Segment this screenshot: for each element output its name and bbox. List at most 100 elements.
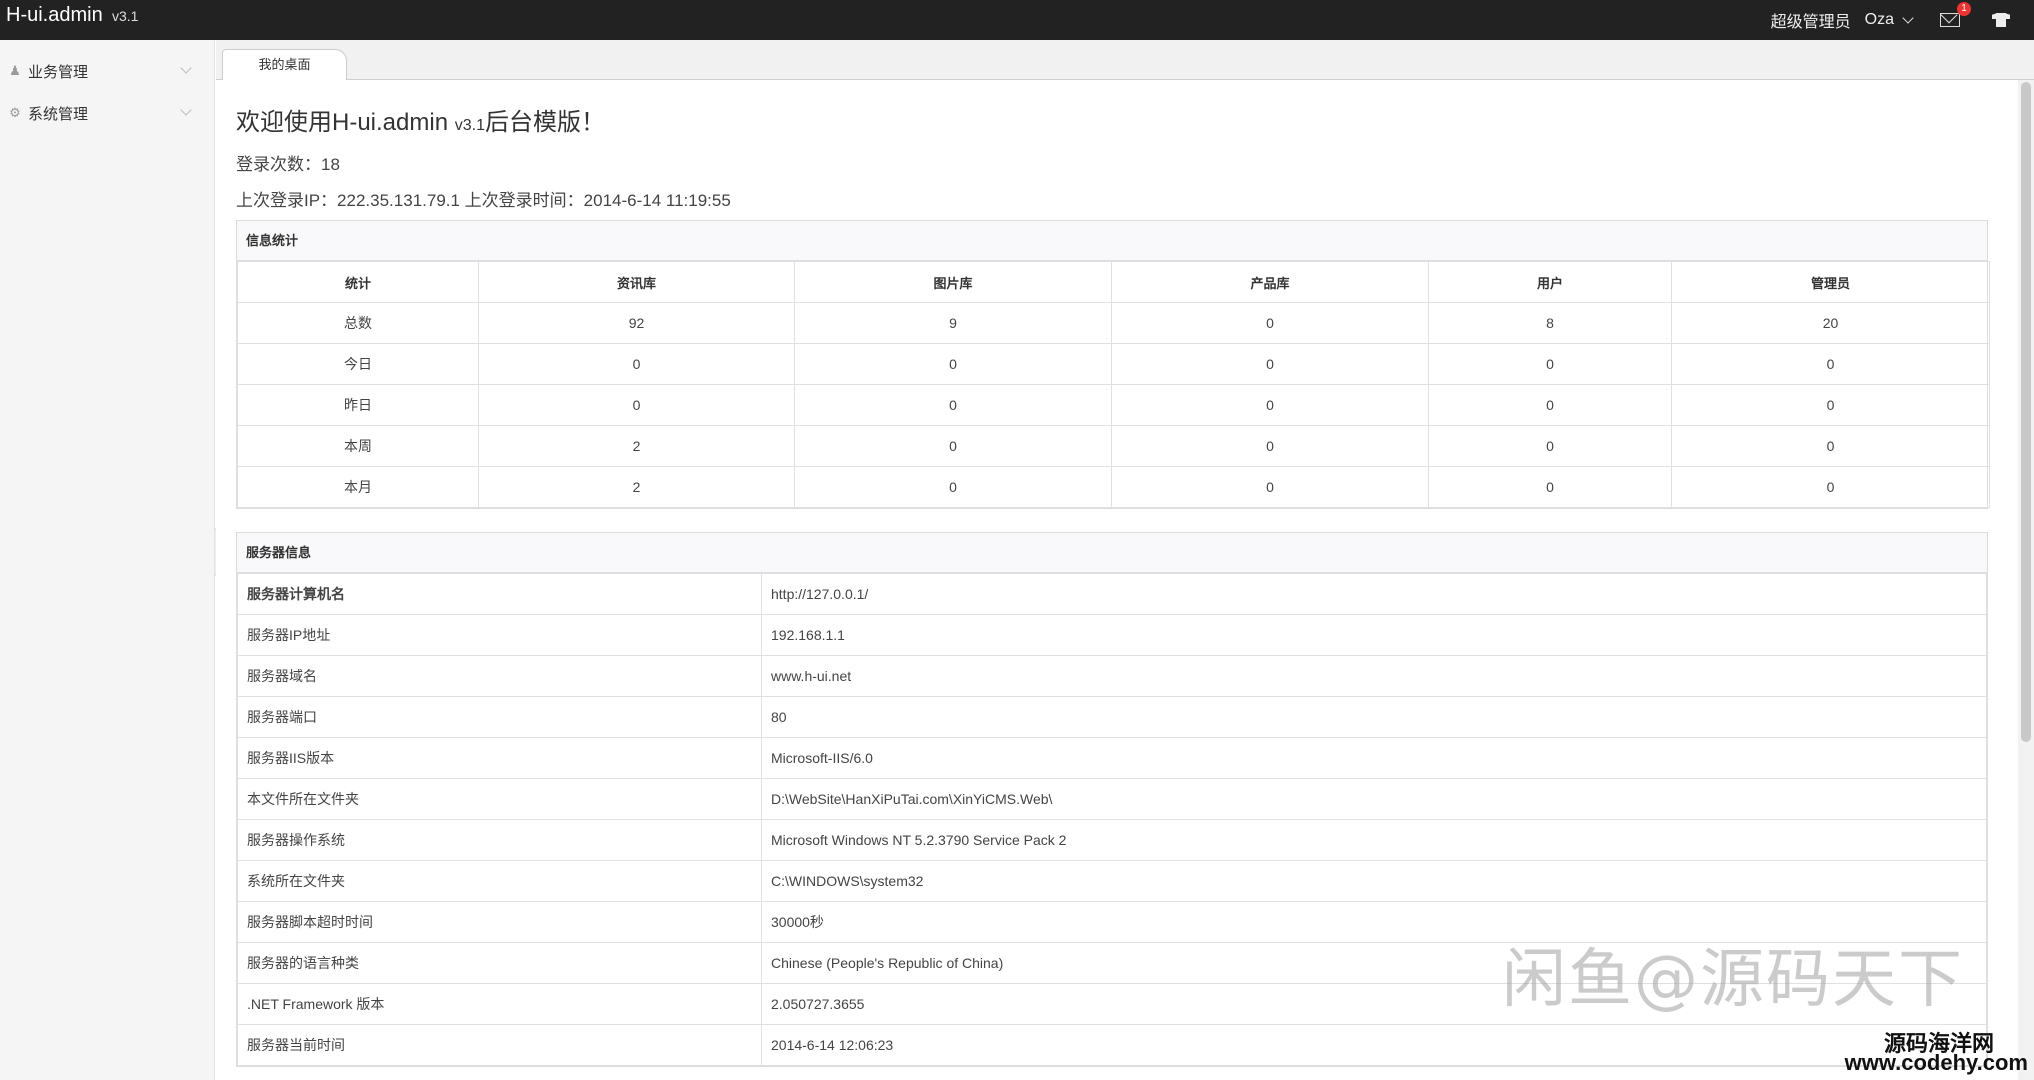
table-cell: 0	[1428, 425, 1672, 467]
table-cell: 0	[1671, 343, 1990, 385]
table-cell-key: 服务器端口	[237, 696, 762, 738]
table-cell-value: 80	[761, 696, 1987, 738]
title-suffix: 后台模版！	[484, 109, 605, 136]
sidebar-item-label: 系统管理	[28, 105, 89, 123]
table-row: 服务器操作系统 Microsoft Windows NT 5.2.3790 Ser…	[237, 819, 1987, 861]
table-row: 服务器计算机名 http://127.0.0.1/	[237, 573, 1987, 615]
table-cell-key: 服务器操作系统	[237, 819, 762, 861]
column-header: 资讯库	[478, 261, 795, 303]
user-name: Oza	[1864, 11, 1894, 28]
table-cell-value: 2014-6-14 12:06:23	[761, 1024, 1987, 1066]
table-cell: 0	[1428, 466, 1672, 508]
table-cell-key: 系统所在文件夹	[237, 860, 762, 902]
mail-badge: 1	[1957, 2, 1971, 16]
top-navbar: H-ui.admin v3.1 超级管理员 Oza 1	[0, 0, 2034, 40]
tab-my-desktop[interactable]: 我的桌面	[222, 49, 347, 81]
table-cell: 0	[1671, 466, 1990, 508]
chevron-down-icon	[180, 104, 192, 116]
table-cell-value: D:\WebSite\HanXiPuTai.com\XinYiCMS.Web\	[761, 778, 1987, 820]
scrollbar-thumb[interactable]	[2021, 82, 2031, 742]
sidebar-item-business[interactable]: ♟ 业务管理	[0, 50, 214, 92]
sidebar: ♟ 业务管理 ⚙ 系统管理	[0, 40, 215, 1080]
table-cell-value: Microsoft Windows NT 5.2.3790 Service Pa…	[761, 819, 1987, 861]
column-header: 产品库	[1111, 261, 1429, 303]
user-role: 超级管理员	[1770, 14, 1851, 31]
table-cell: 0	[1111, 343, 1429, 385]
table-row: 总数 92 9 0 8 20	[237, 302, 1990, 344]
page-title: 欢迎使用H-ui.admin v3.1后台模版！	[236, 102, 605, 137]
table-row: 系统所在文件夹 C:\WINDOWS\system32	[237, 860, 1987, 902]
table-cell-value: C:\WINDOWS\system32	[761, 860, 1987, 902]
table-row: 服务器IIS版本 Microsoft-IIS/6.0	[237, 737, 1987, 779]
column-header: 用户	[1428, 261, 1672, 303]
table-cell-value: http://127.0.0.1/	[761, 573, 1987, 615]
table-cell-key: 服务器脚本超时时间	[237, 901, 762, 943]
table-row: 服务器端口 80	[237, 696, 1987, 738]
table-cell: 0	[1671, 425, 1990, 467]
stats-panel: 信息统计 统计 资讯库 图片库 产品库 用户 管理员 总数 92 9 0 8 2…	[236, 220, 1990, 509]
table-cell: 8	[1428, 302, 1672, 344]
table-cell-key: 服务器域名	[237, 655, 762, 697]
table-cell: 0	[1428, 343, 1672, 385]
sidebar-item-system[interactable]: ⚙ 系统管理	[0, 92, 214, 134]
topbar-right: 超级管理员 Oza 1	[1771, 0, 2010, 40]
table-cell: 总数	[237, 302, 479, 344]
user-menu[interactable]: Oza	[1865, 11, 1916, 29]
watermark-text: 闲鱼@源码天下	[1502, 943, 1964, 1017]
table-cell: 9	[794, 302, 1112, 344]
last-login-info: 上次登录IP：222.35.131.79.1 上次登录时间：2014-6-14 …	[236, 191, 731, 210]
table-row: 本月 2 0 0 0 0	[237, 466, 1990, 508]
table-cell: 0	[794, 466, 1112, 508]
table-cell: 0	[794, 425, 1112, 467]
table-row: 本文件所在文件夹 D:\WebSite\HanXiPuTai.com\XinYiC…	[237, 778, 1987, 820]
table-cell-value: 192.168.1.1	[761, 614, 1987, 656]
tab-bar: 我的桌面	[216, 40, 2034, 81]
mail-icon[interactable]: 1	[1940, 2, 1971, 27]
app-version: v3.1	[112, 8, 139, 24]
sidebar-item-label: 业务管理	[28, 63, 89, 81]
app-logo[interactable]: H-ui.admin	[6, 4, 103, 27]
table-row: 今日 0 0 0 0 0	[237, 343, 1990, 385]
table-cell: 92	[478, 302, 795, 344]
server-panel-title: 服务器信息	[237, 533, 1987, 573]
stats-panel-title: 信息统计	[237, 221, 1987, 261]
table-cell: 0	[1111, 384, 1429, 426]
table-cell: 2	[478, 425, 795, 467]
table-cell: 本月	[237, 466, 479, 508]
skin-icon[interactable]	[1992, 13, 2010, 27]
login-count: 登录次数：18	[236, 155, 340, 174]
table-cell: 昨日	[237, 384, 479, 426]
table-header-row: 统计 资讯库 图片库 产品库 用户 管理员	[237, 261, 1990, 303]
table-cell: 本周	[237, 425, 479, 467]
table-cell-value: Microsoft-IIS/6.0	[761, 737, 1987, 779]
stats-table: 统计 资讯库 图片库 产品库 用户 管理员 总数 92 9 0 8 20 今日 …	[237, 261, 1990, 508]
table-cell-key: 本文件所在文件夹	[237, 778, 762, 820]
table-cell: 0	[1671, 384, 1990, 426]
chevron-down-icon	[1902, 12, 1914, 24]
watermark-site-url: www.codehy.com	[1844, 1050, 2028, 1075]
table-cell-key: 服务器计算机名	[237, 573, 762, 615]
table-cell: 0	[794, 343, 1112, 385]
column-header: 管理员	[1671, 261, 1990, 303]
table-cell: 0	[1111, 425, 1429, 467]
column-header: 统计	[237, 261, 479, 303]
table-cell: 0	[478, 384, 795, 426]
table-cell: 0	[794, 384, 1112, 426]
table-cell-key: 服务器当前时间	[237, 1024, 762, 1066]
gear-icon: ⚙	[9, 105, 21, 120]
table-row: 服务器IP地址 192.168.1.1	[237, 614, 1987, 656]
table-cell: 今日	[237, 343, 479, 385]
table-row: 昨日 0 0 0 0 0	[237, 384, 1990, 426]
table-cell-value: www.h-ui.net	[761, 655, 1987, 697]
table-cell: 0	[1111, 466, 1429, 508]
table-cell-key: 服务器的语言种类	[237, 942, 762, 984]
table-cell-key: 服务器IP地址	[237, 614, 762, 656]
table-cell: 0	[478, 343, 795, 385]
title-prefix: 欢迎使用H-ui.admin	[236, 109, 455, 136]
user-icon: ♟	[9, 63, 21, 78]
title-version: v3.1	[454, 117, 485, 134]
scrollbar[interactable]	[2018, 80, 2034, 1080]
table-cell-key: 服务器IIS版本	[237, 737, 762, 779]
table-cell: 20	[1671, 302, 1990, 344]
table-cell: 0	[1111, 302, 1429, 344]
